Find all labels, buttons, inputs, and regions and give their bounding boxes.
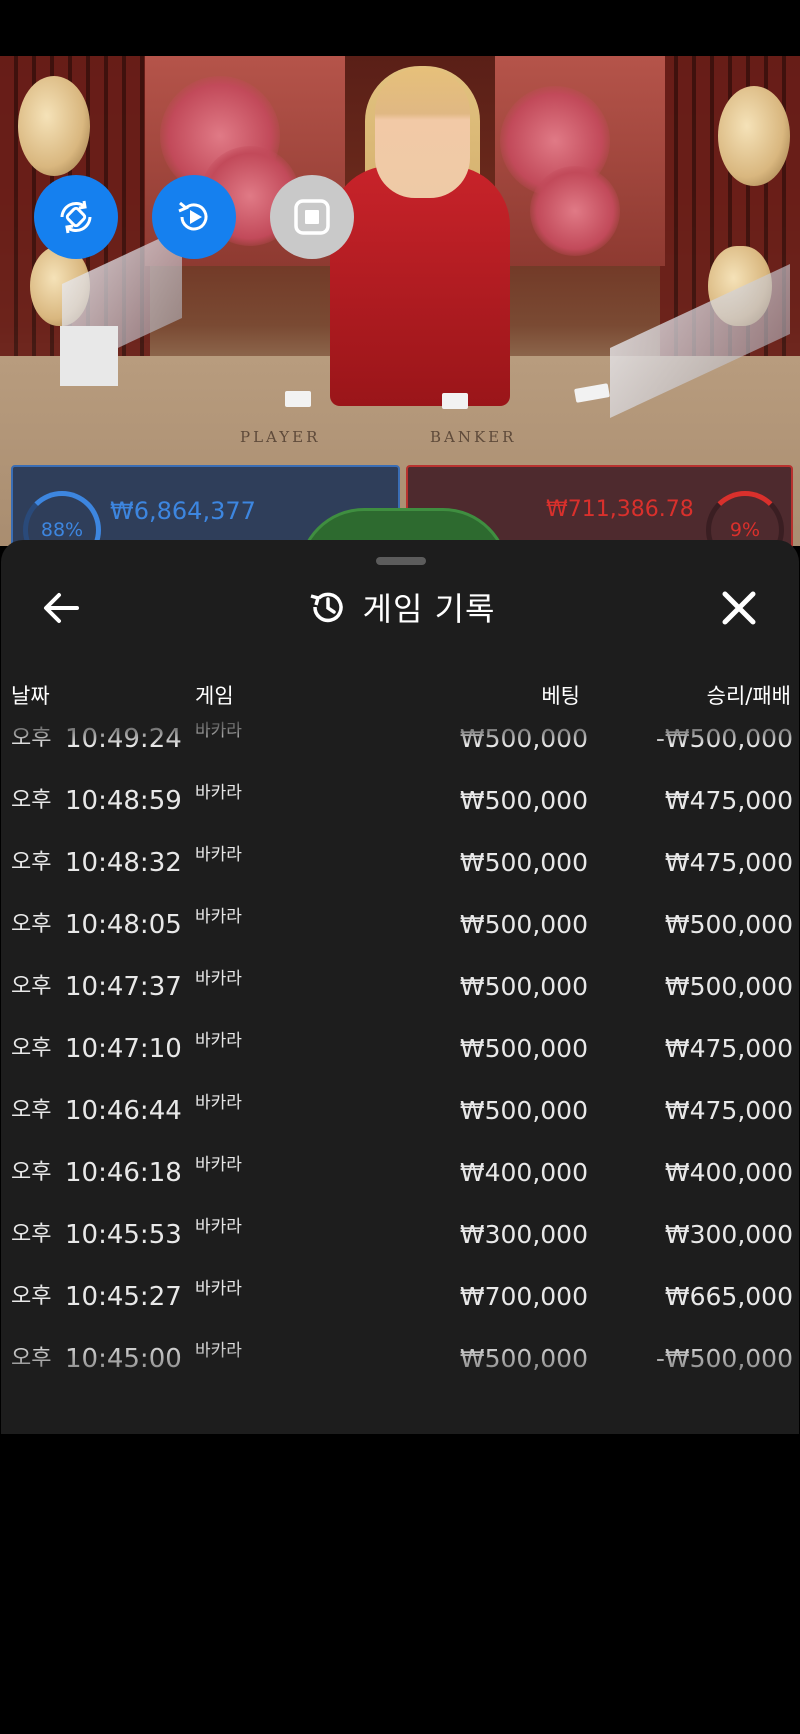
row-result: -₩500,000: [655, 1344, 793, 1373]
row-time: 10:48:32: [65, 848, 182, 878]
row-ampm: 오후: [11, 850, 52, 875]
row-game: 바카라: [195, 1341, 242, 1361]
row-game: 바카라: [195, 1279, 242, 1299]
lantern-decoration: [718, 86, 790, 186]
row-ampm: 오후: [11, 726, 52, 751]
row-ampm: 오후: [11, 1222, 52, 1247]
row-ampm: 오후: [11, 788, 52, 813]
row-time: 10:46:18: [65, 1158, 182, 1188]
row-result: ₩400,000: [664, 1158, 793, 1187]
row-bet: ₩500,000: [459, 910, 588, 939]
row-time: 10:48:05: [65, 910, 182, 940]
history-row[interactable]: 오후 10:45:00 바카라 ₩500,000 -₩500,000: [1, 1328, 799, 1390]
row-bet: ₩400,000: [459, 1158, 588, 1187]
history-row[interactable]: 오후 10:47:10 바카라 ₩500,000 ₩475,000: [1, 1018, 799, 1080]
dealer-head: [375, 68, 470, 198]
close-icon: [722, 591, 756, 625]
sheet-title: 게임 기록: [362, 590, 496, 628]
rotate-button[interactable]: [34, 175, 118, 259]
row-result: -₩500,000: [655, 724, 793, 753]
history-row[interactable]: 오후 10:49:24 바카라 ₩500,000 -₩500,000: [1, 708, 799, 770]
row-time: 10:48:59: [65, 786, 182, 816]
row-bet: ₩500,000: [459, 786, 588, 815]
row-time: 10:47:37: [65, 972, 182, 1002]
sheet-header: 게임 기록: [1, 584, 799, 630]
row-bet: ₩500,000: [459, 1344, 588, 1373]
history-row[interactable]: 오후 10:45:53 바카라 ₩300,000 ₩300,000: [1, 1204, 799, 1266]
history-row[interactable]: 오후 10:48:59 바카라 ₩500,000 ₩475,000: [1, 770, 799, 832]
row-ampm: 오후: [11, 912, 52, 937]
history-row[interactable]: 오후 10:48:05 바카라 ₩500,000 ₩500,000: [1, 894, 799, 956]
dealer: [330, 166, 510, 406]
blossom-decoration: [530, 166, 620, 256]
row-game: 바카라: [195, 1031, 242, 1051]
row-bet: ₩500,000: [459, 972, 588, 1001]
row-ampm: 오후: [11, 1036, 52, 1061]
banker-bet-amount: ₩711,386.78: [546, 497, 694, 522]
game-history-sheet: 게임 기록 날짜 게임 베팅 승리/패배 오후 10:49:24 바카라 ₩500,0…: [1, 540, 799, 1434]
row-bet: ₩500,000: [459, 848, 588, 877]
stop-square-icon: [294, 199, 330, 235]
player-bet-amount: ₩6,864,377: [110, 497, 256, 525]
row-bet: ₩500,000: [459, 1034, 588, 1063]
row-game: 바카라: [195, 721, 242, 741]
row-time: 10:45:00: [65, 1344, 182, 1374]
lantern-decoration: [18, 76, 90, 176]
row-game: 바카라: [195, 783, 242, 803]
row-bet: ₩700,000: [459, 1282, 588, 1311]
row-game: 바카라: [195, 1155, 242, 1175]
history-icon: [310, 592, 343, 623]
column-header-result: 승리/패배: [706, 684, 791, 708]
row-result: ₩300,000: [664, 1220, 793, 1249]
chip-stack: [60, 326, 118, 386]
history-row[interactable]: 오후 10:45:27 바카라 ₩700,000 ₩665,000: [1, 1266, 799, 1328]
row-ampm: 오후: [11, 1098, 52, 1123]
row-result: ₩475,000: [664, 1034, 793, 1063]
close-button[interactable]: [717, 586, 761, 630]
history-row[interactable]: 오후 10:47:37 바카라 ₩500,000 ₩500,000: [1, 956, 799, 1018]
row-bet: ₩500,000: [459, 1096, 588, 1125]
row-game: 바카라: [195, 1217, 242, 1237]
row-game: 바카라: [195, 907, 242, 927]
column-header-bet: 베팅: [541, 684, 580, 708]
row-result: ₩475,000: [664, 1096, 793, 1125]
table-label-player: PLAYER: [240, 428, 321, 446]
column-header-date: 날짜: [11, 684, 50, 708]
history-row[interactable]: 오후 10:46:44 바카라 ₩500,000 ₩475,000: [1, 1080, 799, 1142]
replay-button[interactable]: [152, 175, 236, 259]
banker-percent: 9%: [729, 519, 761, 541]
row-ampm: 오후: [11, 1160, 52, 1185]
playing-card: [442, 393, 468, 409]
row-game: 바카라: [195, 845, 242, 865]
row-result: ₩665,000: [664, 1282, 793, 1311]
row-time: 10:49:24: [65, 724, 182, 754]
row-ampm: 오후: [11, 974, 52, 999]
history-row[interactable]: 오후 10:46:18 바카라 ₩400,000 ₩400,000: [1, 1142, 799, 1204]
row-time: 10:47:10: [65, 1034, 182, 1064]
row-ampm: 오후: [11, 1346, 52, 1371]
table-label-banker: BANKER: [430, 428, 517, 446]
row-result: ₩475,000: [664, 786, 793, 815]
drag-handle[interactable]: [376, 557, 426, 565]
rotate-screen-icon: [60, 200, 92, 234]
row-time: 10:45:53: [65, 1220, 182, 1250]
row-bet: ₩500,000: [459, 724, 588, 753]
stop-button[interactable]: [270, 175, 354, 259]
row-game: 바카라: [195, 1093, 242, 1113]
row-result: ₩500,000: [664, 910, 793, 939]
replay-icon: [178, 201, 208, 231]
player-percent: 88%: [40, 519, 84, 541]
row-time: 10:45:27: [65, 1282, 182, 1312]
row-result: ₩475,000: [664, 848, 793, 877]
history-row[interactable]: 오후 10:48:32 바카라 ₩500,000 ₩475,000: [1, 832, 799, 894]
row-ampm: 오후: [11, 1284, 52, 1309]
row-game: 바카라: [195, 969, 242, 989]
status-bar: [0, 0, 800, 56]
row-bet: ₩300,000: [459, 1220, 588, 1249]
row-time: 10:46:44: [65, 1096, 182, 1126]
bottom-area: [0, 1434, 800, 1734]
row-result: ₩500,000: [664, 972, 793, 1001]
playing-card: [285, 391, 311, 407]
